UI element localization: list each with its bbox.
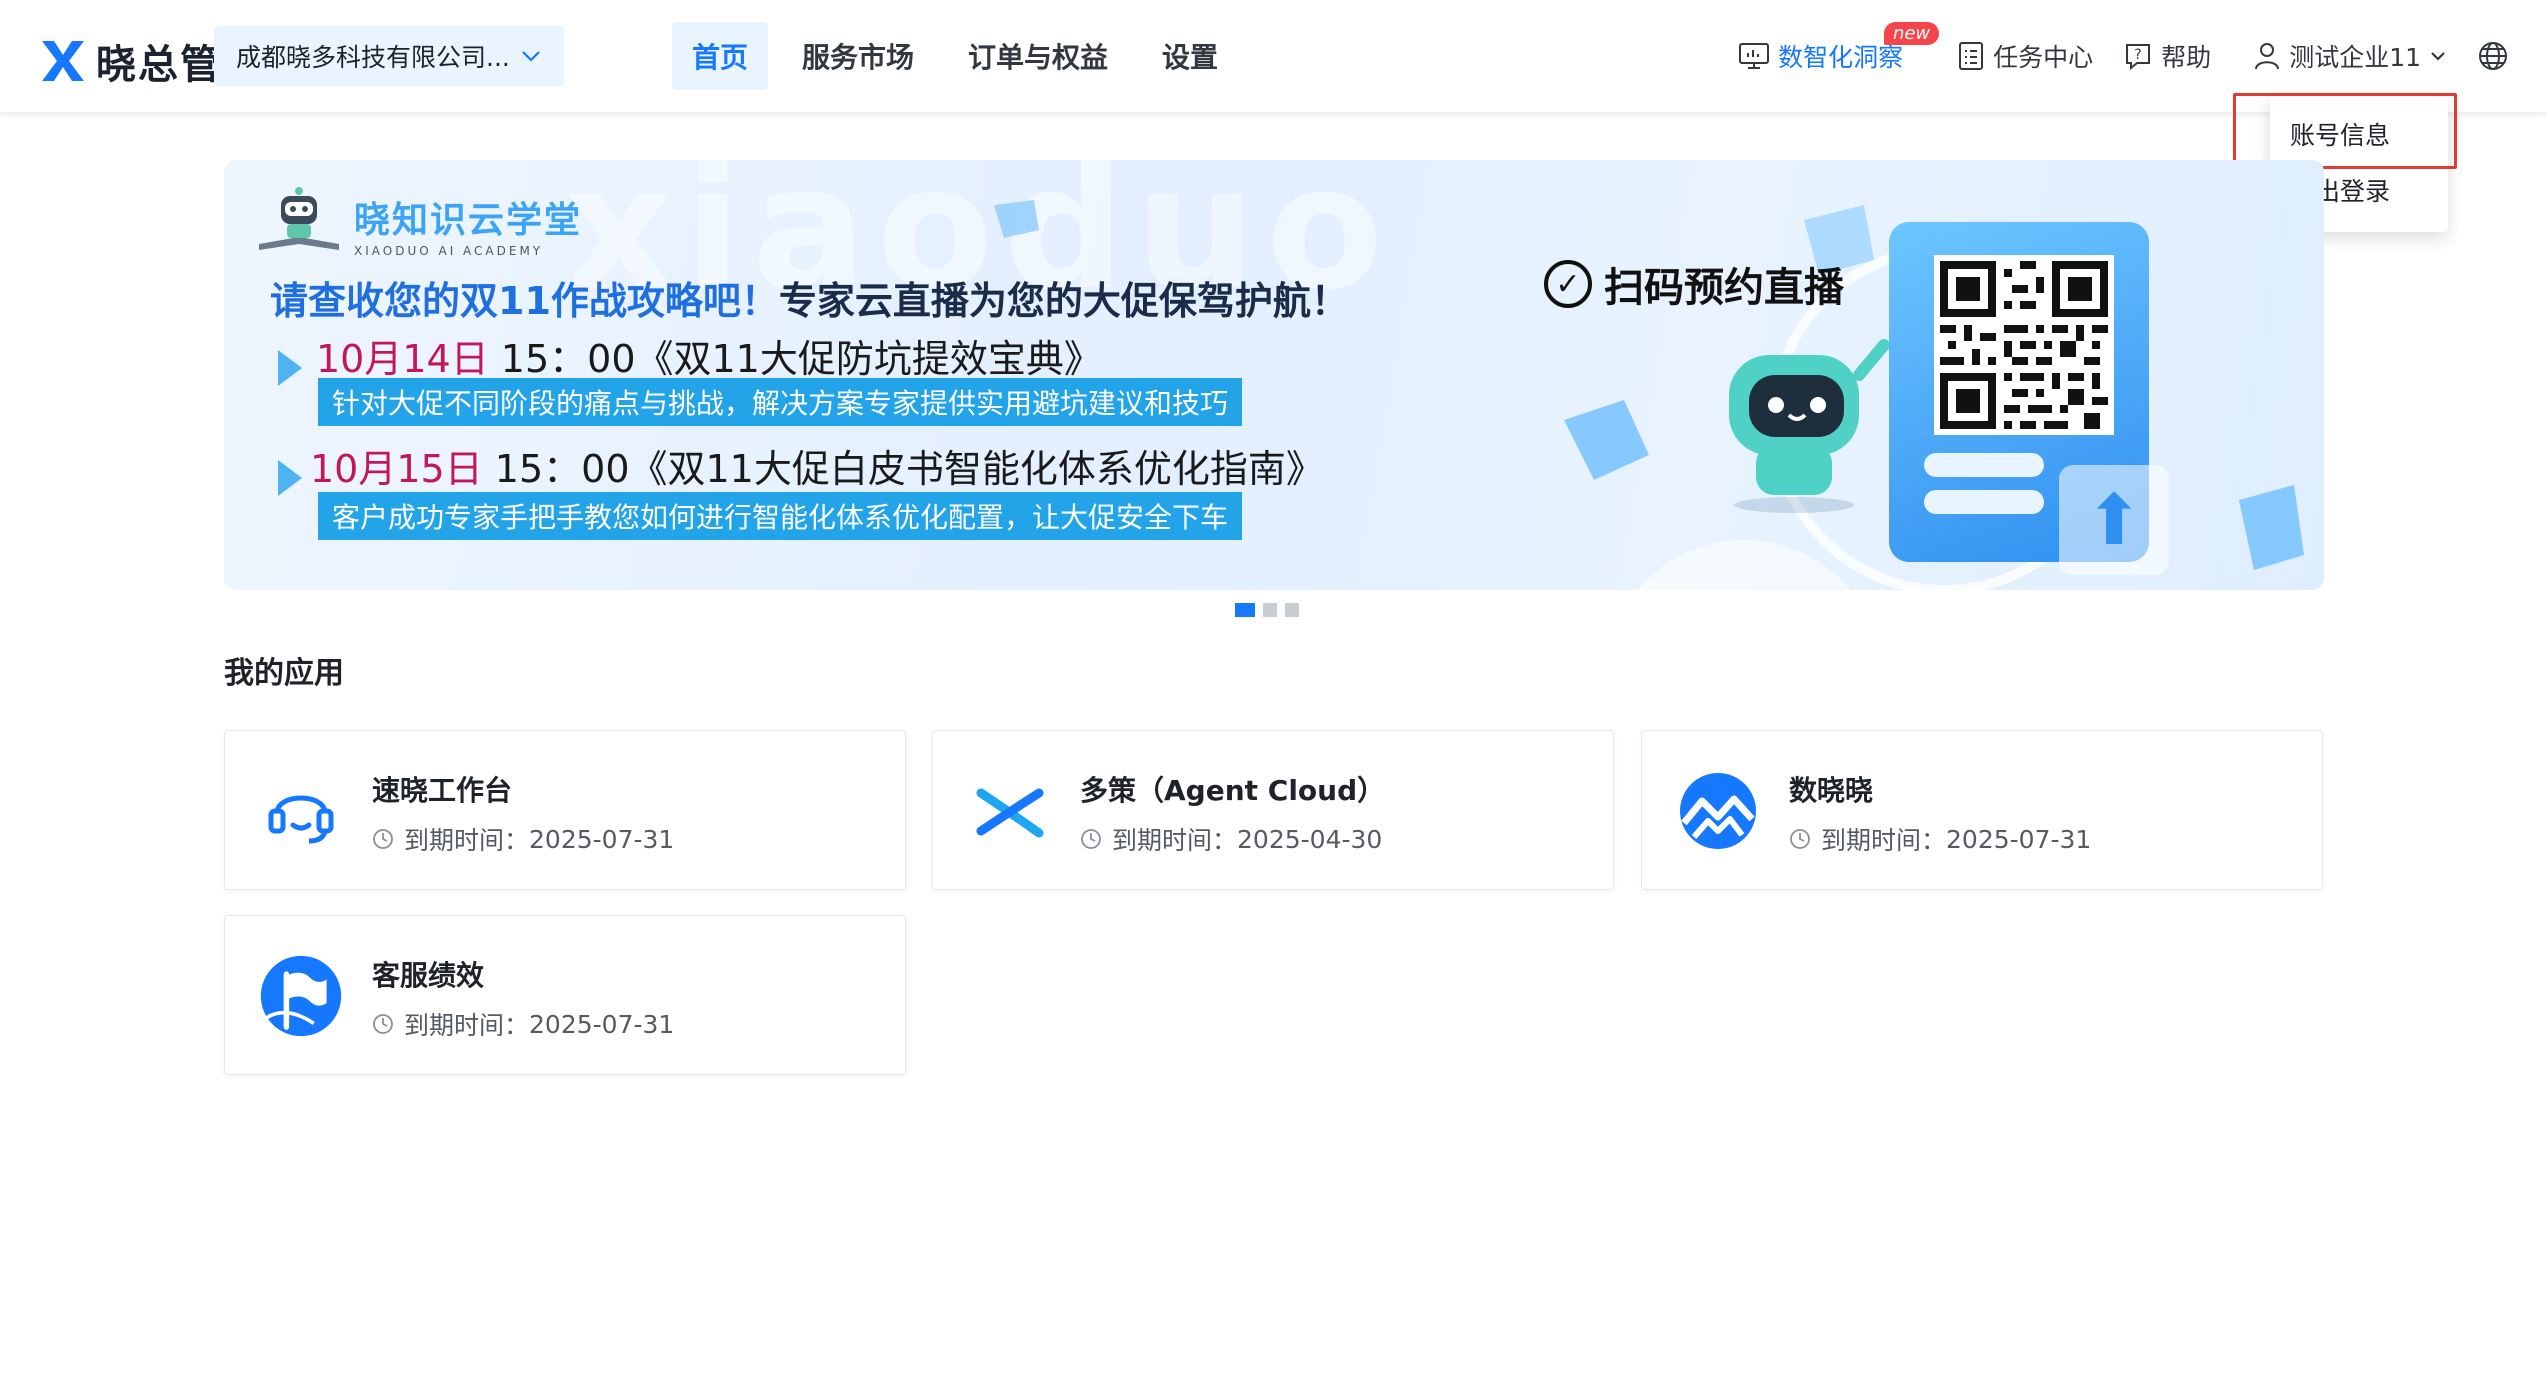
- insight-button[interactable]: 数智化洞察 new: [1738, 22, 1940, 74]
- help-icon: ?: [2126, 44, 2151, 71]
- app-card-shuxiaoxiao[interactable]: 数晓晓 到期时间： 2025-07-31: [1641, 730, 2323, 890]
- flag-icon: [259, 954, 343, 1038]
- tab-orders-benefits[interactable]: 订单与权益: [948, 22, 1128, 90]
- scan-cta-label: 扫码预约直播: [1604, 265, 1844, 311]
- carousel-indicator: [1235, 603, 1299, 617]
- app-name: 数晓晓: [1789, 774, 1874, 807]
- task-center-label: 任务中心: [1993, 43, 2094, 72]
- language-button[interactable]: [2477, 40, 2509, 72]
- tab-settings[interactable]: 设置: [1142, 22, 1238, 90]
- session-2-date: 10月15日: [310, 447, 483, 491]
- expire-label: 到期时间：: [1112, 826, 1238, 855]
- task-center-button[interactable]: 任务中心: [1957, 38, 2093, 74]
- tab-service-market[interactable]: 服务市场: [782, 22, 934, 90]
- scan-cta: ✓ 扫码预约直播: [1544, 255, 1844, 313]
- clock-icon: [1081, 829, 1101, 849]
- robot-book-icon: [259, 187, 339, 250]
- session-1-name: 15：00《双11大促防坑提效宝典》: [488, 337, 1102, 381]
- check-circle-icon: ✓: [1544, 260, 1592, 308]
- logo[interactable]: 晓总管: [40, 32, 222, 90]
- academy-name: 晓知识云学堂: [354, 200, 583, 241]
- chevron-down-icon: [522, 51, 540, 62]
- organization-name: 成都晓多科技有限公司...: [236, 43, 510, 72]
- session-1-desc: 针对大促不同阶段的痛点与挑战，解决方案专家提供实用避坑建议和技巧: [318, 378, 1243, 426]
- headline-part-1: 请查收您的双11作战攻略吧！: [270, 279, 779, 323]
- session-2-desc: 客户成功专家手把手教您如何进行智能化体系优化配置，让大促安全下车: [318, 492, 1243, 540]
- monitor-chart-icon: [1739, 43, 1770, 69]
- promo-banner[interactable]: xiaoduo 晓知识云学堂 XIAODUO AI ACADEMY 请查收您的双…: [224, 160, 2324, 590]
- expire-label: 到期时间：: [404, 826, 530, 855]
- svg-text:?: ?: [2134, 47, 2141, 63]
- carousel-dot-1[interactable]: [1235, 603, 1255, 617]
- session-2-name: 15：00《双11大促白皮书智能化体系优化指南》: [482, 447, 1324, 491]
- new-badge: new: [1883, 22, 1940, 45]
- x-logo-icon: [42, 41, 84, 81]
- top-bar: 晓总管 成都晓多科技有限公司... 首页 服务市场 订单与权益 设置 数智化洞察…: [0, 0, 2547, 113]
- app-card-cs-performance[interactable]: 客服绩效 到期时间： 2025-07-31: [224, 915, 906, 1075]
- user-name: 测试企业11: [2289, 43, 2421, 72]
- tab-home[interactable]: 首页: [672, 22, 769, 90]
- app-name: 速晓工作台: [372, 774, 513, 807]
- headset-icon: [259, 769, 343, 853]
- app-expire: 到期时间： 2025-07-31: [1789, 821, 2091, 857]
- qr-card-bar: [1924, 453, 2044, 477]
- my-apps-title: 我的应用: [224, 656, 344, 691]
- brand-name: 晓总管: [96, 42, 222, 88]
- carousel-dot-3[interactable]: [1285, 603, 1299, 617]
- user-icon: [2255, 43, 2280, 70]
- main-nav: 首页 服务市场 订单与权益 设置: [672, 22, 1238, 90]
- headline-part-2: 专家云直播为您的大促保驾护航！: [778, 279, 1349, 323]
- expire-date: 2025-07-31: [529, 1009, 675, 1039]
- highlight-box: [2233, 93, 2457, 169]
- expire-date: 2025-07-31: [529, 824, 675, 854]
- expire-label: 到期时间：: [404, 1011, 530, 1040]
- app-card-suxiao-workbench[interactable]: 速晓工作台 到期时间： 2025-07-31: [224, 730, 906, 890]
- agent-cloud-icon: [967, 769, 1051, 853]
- upload-arrow-icon: ⬆: [2059, 465, 2169, 575]
- clock-icon: [373, 829, 393, 849]
- app-expire: 到期时间： 2025-07-31: [372, 1006, 674, 1042]
- arrow-bullet-icon: [278, 460, 302, 496]
- globe-icon: [2479, 42, 2507, 70]
- session-1-title: 10月14日 15：00《双11大促防坑提效宝典》: [316, 328, 1102, 383]
- qr-code-icon: [1934, 255, 2114, 435]
- arrow-bullet-icon: [278, 350, 302, 386]
- organization-select[interactable]: 成都晓多科技有限公司...: [214, 26, 564, 86]
- data-chart-icon: [1676, 769, 1760, 853]
- banner-headline: 请查收您的双11作战攻略吧！专家云直播为您的大促保驾护航！: [270, 270, 1349, 325]
- academy-english-name: XIAODUO AI ACADEMY: [354, 244, 544, 258]
- session-1-date: 10月14日: [316, 337, 489, 381]
- expire-date: 2025-07-31: [1946, 824, 2092, 854]
- app-expire: 到期时间： 2025-04-30: [1080, 821, 1382, 857]
- clock-icon: [1790, 829, 1810, 849]
- user-menu-trigger[interactable]: 测试企业11: [2253, 38, 2447, 74]
- app-card-agent-cloud[interactable]: 多策（Agent Cloud） 到期时间： 2025-04-30: [932, 730, 1614, 890]
- expire-label: 到期时间：: [1821, 826, 1947, 855]
- expire-date: 2025-04-30: [1237, 824, 1383, 854]
- chevron-down-icon: [2431, 52, 2445, 61]
- app-name: 客服绩效: [372, 959, 485, 992]
- header-tools: 数智化洞察 new 任务中心 ? 帮助 测试企业11: [1738, 22, 2509, 82]
- help-label: 帮助: [2161, 43, 2212, 72]
- app-name: 多策（Agent Cloud）: [1080, 774, 1386, 807]
- academy-logo: 晓知识云学堂 XIAODUO AI ACADEMY: [254, 182, 583, 258]
- qr-card-bar: [1924, 490, 2044, 514]
- app-expire: 到期时间： 2025-07-31: [372, 821, 674, 857]
- help-button[interactable]: ? 帮助: [2123, 38, 2211, 74]
- carousel-dot-2[interactable]: [1263, 603, 1277, 617]
- session-2-title: 10月15日 15：00《双11大促白皮书智能化体系优化指南》: [310, 438, 1324, 493]
- robot-mascot-icon: [1729, 339, 1890, 513]
- task-list-icon: [1959, 42, 1984, 70]
- clock-icon: [373, 1014, 393, 1034]
